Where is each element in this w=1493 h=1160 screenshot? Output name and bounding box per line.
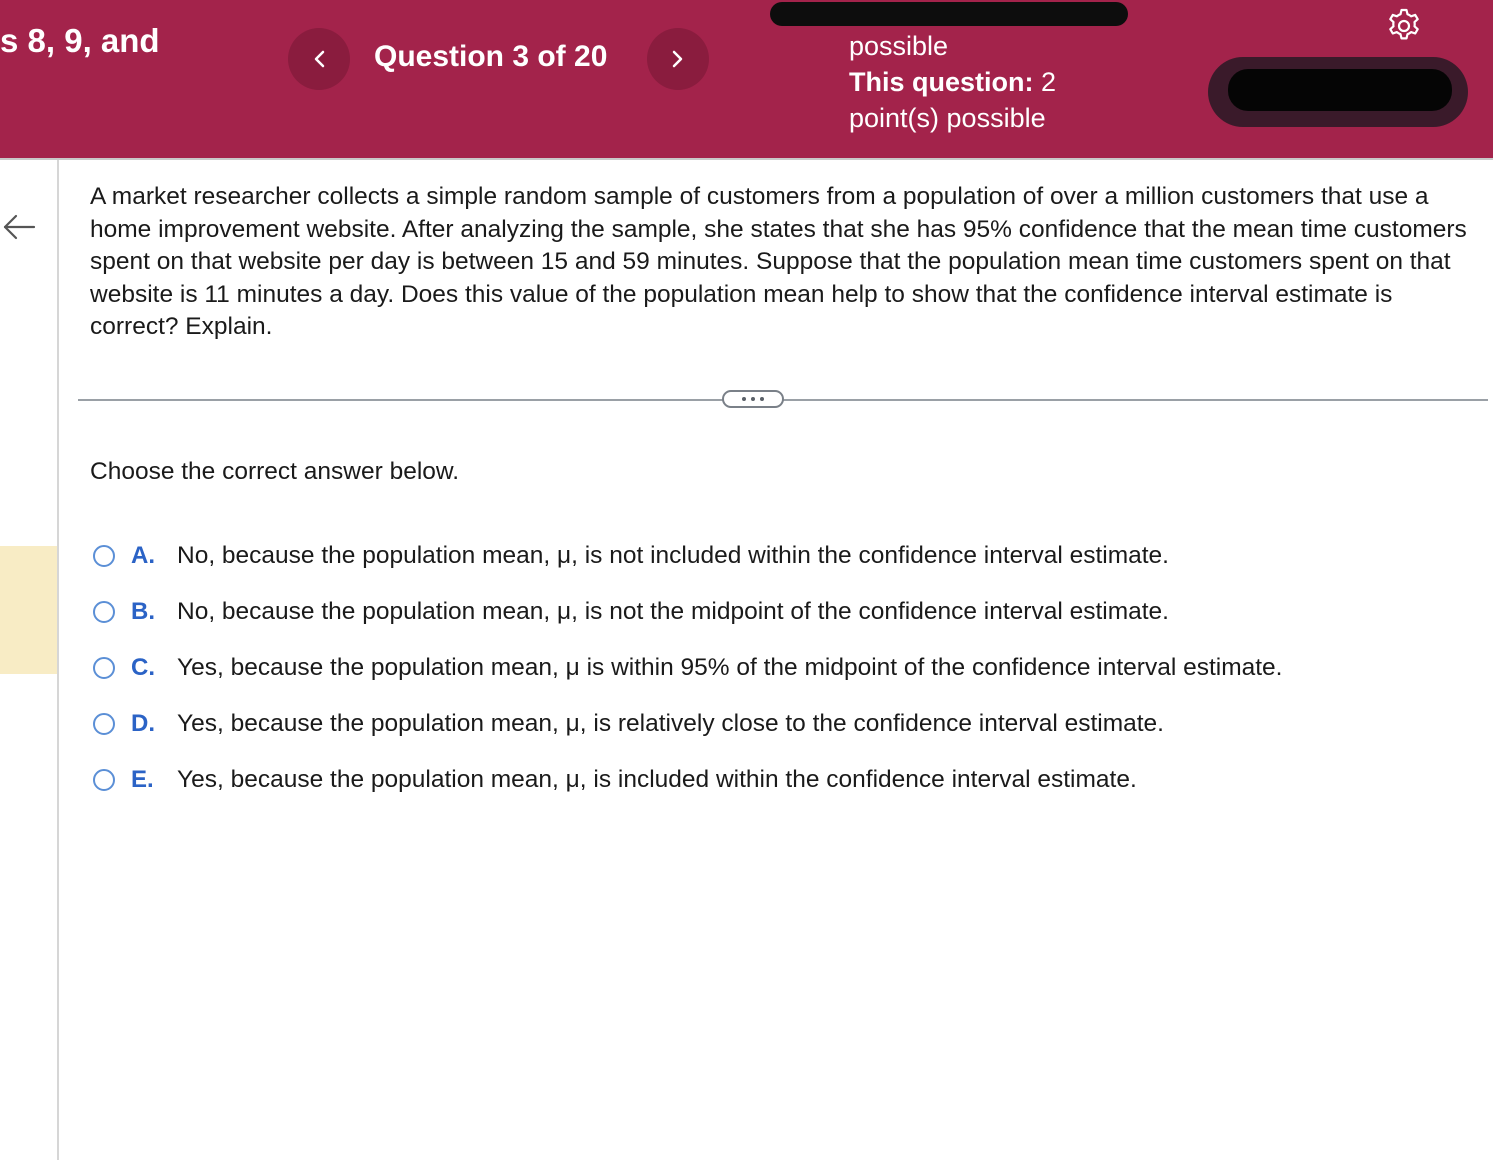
option-e[interactable]: E. Yes, because the population mean, μ, … (93, 752, 1473, 808)
assignment-title: s 8, 9, and (0, 22, 160, 59)
option-d[interactable]: D. Yes, because the population mean, μ, … (93, 696, 1473, 752)
redacted-region (770, 2, 1128, 26)
current-question-indicator (0, 546, 57, 674)
radio-button[interactable] (93, 713, 115, 735)
ellipsis-icon (760, 397, 764, 401)
option-a[interactable]: A. No, because the population mean, μ, i… (93, 528, 1473, 584)
option-text: Yes, because the population mean, μ, is … (177, 766, 1137, 793)
answer-options: A. No, because the population mean, μ, i… (93, 528, 1473, 808)
question-points: This question: 2 (849, 64, 1056, 100)
points-value: 2 (1041, 67, 1057, 97)
settings-button[interactable] (1384, 6, 1424, 46)
points-partial-text: possible (849, 31, 949, 61)
question-text: A market researcher collects a simple ra… (90, 183, 1467, 340)
ellipsis-icon (742, 397, 746, 401)
points-info: possible This question: 2 point(s) possi… (849, 28, 1056, 136)
option-c[interactable]: C. Yes, because the population mean, μ i… (93, 640, 1473, 696)
arrow-left-icon (3, 214, 36, 240)
points-label: This question: (849, 67, 1034, 97)
radio-button[interactable] (93, 545, 115, 567)
ellipsis-icon (751, 397, 755, 401)
expand-more-button[interactable] (722, 390, 784, 408)
radio-button[interactable] (93, 601, 115, 623)
redacted-region (1228, 69, 1452, 111)
points-suffix: point(s) possible (849, 103, 1046, 133)
answer-prompt: Choose the correct answer below. (90, 458, 460, 485)
option-letter: C. (131, 654, 155, 681)
previous-question-button[interactable] (288, 28, 350, 90)
radio-button[interactable] (93, 657, 115, 679)
option-letter: A. (131, 542, 155, 569)
option-letter: D. (131, 710, 155, 737)
option-text: Yes, because the population mean, μ, is … (177, 710, 1164, 737)
option-text: Yes, because the population mean, μ is w… (177, 654, 1283, 681)
top-header: s 8, 9, and Question 3 of 20 possible Th… (0, 0, 1493, 160)
left-rail (0, 160, 59, 1160)
next-question-button[interactable] (647, 28, 709, 90)
chevron-right-icon (672, 50, 683, 68)
question-counter: Question 3 of 20 (374, 40, 608, 73)
radio-button[interactable] (93, 769, 115, 791)
option-text: No, because the population mean, μ, is n… (177, 598, 1169, 625)
redacted-account-pill (1208, 57, 1468, 127)
gear-icon (1389, 8, 1419, 40)
chevron-left-icon (314, 50, 325, 68)
option-letter: B. (131, 598, 155, 625)
option-text: No, because the population mean, μ, is n… (177, 542, 1169, 569)
page: s 8, 9, and Question 3 of 20 possible Th… (0, 0, 1493, 1160)
option-letter: E. (131, 766, 154, 793)
option-b[interactable]: B. No, because the population mean, μ, i… (93, 584, 1473, 640)
back-button[interactable] (0, 209, 36, 245)
